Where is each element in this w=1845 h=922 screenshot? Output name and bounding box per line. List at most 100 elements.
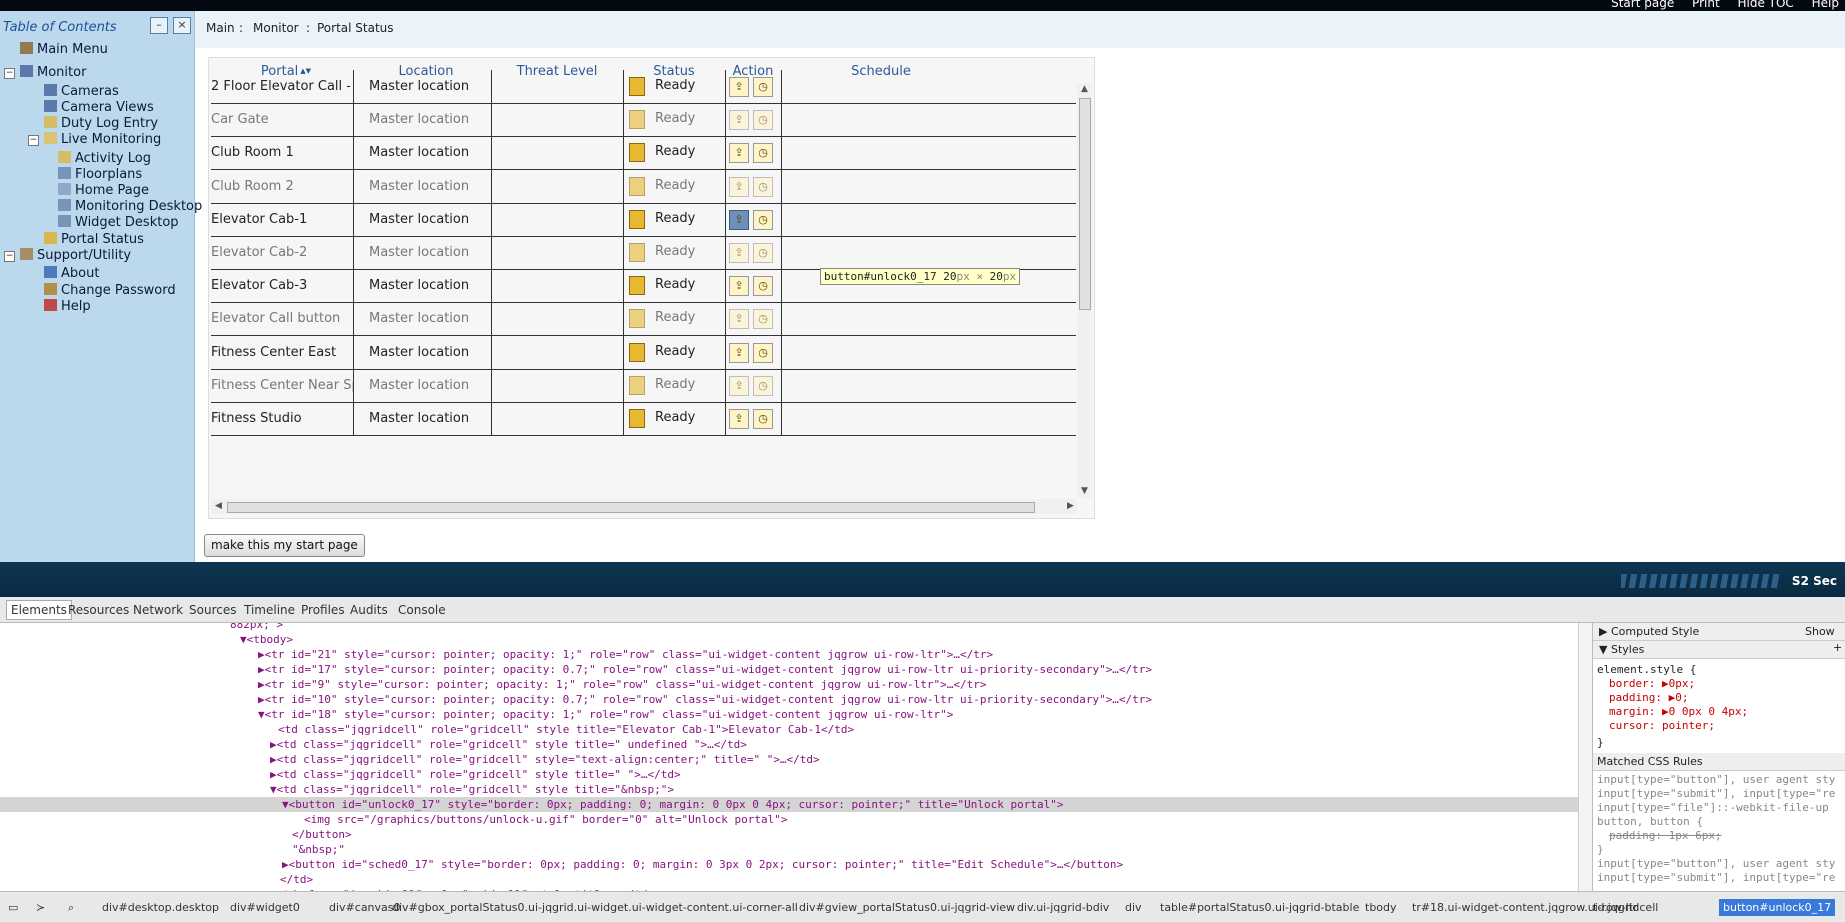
devtools-tab-timeline[interactable]: Timeline xyxy=(244,603,295,617)
toc-item-duty-log-entry[interactable]: Duty Log Entry xyxy=(44,116,158,131)
unlock-portal-button[interactable]: ⇪ xyxy=(729,243,749,263)
table-row[interactable]: Elevator Cab-2 Master location Ready ⇪ ◷ xyxy=(211,236,1076,270)
edit-schedule-button[interactable]: ◷ xyxy=(753,309,773,330)
style-property[interactable]: margin: ▶0 0px 0 4px; xyxy=(1609,705,1748,718)
dom-tree-line[interactable]: ▶<td class="jqgridcell" role="gridcell" … xyxy=(0,752,1578,767)
matched-rule-line[interactable]: } xyxy=(1597,843,1604,856)
unlock-portal-button[interactable]: ⇪ xyxy=(729,409,749,429)
start-page-link[interactable]: Start page xyxy=(1611,0,1674,10)
collapse-toggle-icon[interactable]: − xyxy=(4,251,15,262)
unlock-portal-button[interactable]: ⇪ xyxy=(729,110,749,131)
devtools-tab-audits[interactable]: Audits xyxy=(350,603,388,617)
dom-tree-line[interactable]: ▶<tr id="10" style="cursor: pointer; opa… xyxy=(0,692,1578,707)
dom-tree-line[interactable]: ▶<button id="sched0_17" style="border: 0… xyxy=(0,857,1578,872)
table-row[interactable]: Fitness Center Near Spa Master location Re… xyxy=(211,368,1076,403)
devtools-tab-profiles[interactable]: Profiles xyxy=(301,603,345,617)
collapse-toggle-icon[interactable]: − xyxy=(4,68,15,79)
toc-item-help[interactable]: Help xyxy=(44,299,91,314)
dom-tree-line[interactable]: ▶<td class="jqgridcell" role="gridcell" … xyxy=(0,767,1578,782)
toc-item-about[interactable]: About xyxy=(44,266,99,281)
edit-schedule-button[interactable]: ◷ xyxy=(753,110,773,131)
dom-breadcrumb-item[interactable]: div xyxy=(1125,901,1142,914)
devtools-tab-elements[interactable]: Elements xyxy=(6,600,72,620)
dom-breadcrumb-item[interactable]: div#canvas0 xyxy=(329,901,401,914)
dom-tree-line[interactable]: ▶<tr id="21" style="cursor: pointer; opa… xyxy=(0,647,1578,662)
toc-item-cameras[interactable]: Cameras xyxy=(44,84,119,99)
dock-icon[interactable]: ▭ xyxy=(8,901,18,914)
show-checkbox-label[interactable]: Show xyxy=(1805,625,1835,638)
unlock-portal-button[interactable]: ⇪ xyxy=(729,276,749,297)
devtools-tab-network[interactable]: Network xyxy=(133,603,183,617)
dom-tree-line[interactable]: ▼<tr id="18" style="cursor: pointer; opa… xyxy=(0,707,1578,722)
matched-rule-line[interactable]: button, button { xyxy=(1597,815,1703,828)
table-row[interactable]: Car Gate Master location Ready ⇪ ◷ xyxy=(211,103,1076,138)
dom-tree-line[interactable]: "&nbsp;" xyxy=(0,842,1578,857)
breadcrumb-main[interactable]: Main xyxy=(206,21,235,35)
unlock-portal-button[interactable]: ⇪ xyxy=(729,176,749,197)
toc-collapse-button[interactable]: – xyxy=(150,17,168,34)
add-rule-icon[interactable]: + xyxy=(1833,641,1842,654)
toc-item-floorplans[interactable]: Floorplans xyxy=(58,167,142,182)
edit-schedule-button[interactable]: ◷ xyxy=(753,375,773,396)
table-row[interactable]: Elevator Cab-1 Master location Ready ⇪ ◷ xyxy=(211,202,1076,237)
table-row[interactable]: 2 Floor Elevator Call - not useMaster lo… xyxy=(211,70,1076,104)
collapse-toggle-icon[interactable]: − xyxy=(28,135,39,146)
edit-schedule-button[interactable]: ◷ xyxy=(753,409,773,429)
devtools-tab-sources[interactable]: Sources xyxy=(189,603,236,617)
search-icon[interactable]: ⌕ xyxy=(68,901,74,915)
edit-schedule-button[interactable]: ◷ xyxy=(753,143,773,164)
dom-breadcrumb-item[interactable]: div#desktop.desktop xyxy=(102,901,219,914)
dom-breadcrumb-item[interactable]: div#widget0 xyxy=(230,901,300,914)
toc-item-live-monitoring[interactable]: Live Monitoring xyxy=(44,132,161,147)
help-link[interactable]: Help xyxy=(1812,0,1839,10)
unlock-portal-button[interactable]: ⇪ xyxy=(729,375,749,396)
table-row[interactable]: Fitness Studio Master location Ready ⇪ ◷ xyxy=(211,402,1076,436)
dom-tree-line[interactable]: <img src="/graphics/buttons/unlock-u.gif… xyxy=(0,812,1578,827)
console-icon[interactable]: ≻ xyxy=(36,901,45,914)
scroll-thumb[interactable] xyxy=(1079,98,1091,310)
matched-rule-line[interactable]: input[type="file"]::-webkit-file-up xyxy=(1597,801,1829,814)
unlock-portal-button[interactable]: ⇪ xyxy=(729,143,749,164)
unlock-portal-button[interactable]: ⇪ xyxy=(729,342,749,363)
dom-tree-line[interactable]: </td> xyxy=(0,872,1578,887)
edit-schedule-button[interactable]: ◷ xyxy=(753,342,773,363)
matched-rule-line[interactable]: input[type="button"], user agent sty xyxy=(1597,857,1835,870)
dom-tree-line[interactable]: ▼<td class="jqgridcell" role="gridcell" … xyxy=(0,782,1578,797)
toc-item-main-menu[interactable]: Main Menu xyxy=(20,42,108,57)
dom-breadcrumb-item[interactable]: table#portalStatus0.ui-jqgrid-btable xyxy=(1160,901,1359,914)
edit-schedule-button[interactable]: ◷ xyxy=(753,276,773,297)
unlock-portal-button[interactable]: ⇪ xyxy=(729,77,749,97)
matched-rule-line[interactable]: padding: 1px 6px; xyxy=(1609,829,1722,842)
styles-header[interactable]: ▼ Styles + xyxy=(1593,641,1845,659)
dom-tree-line[interactable]: ▼<button id="unlock0_17" style="border: … xyxy=(0,797,1578,812)
dom-tree-line[interactable]: ▶<td class="jqgridcell" role="gridcell" … xyxy=(0,737,1578,752)
dom-tree-line[interactable]: 882px;"> xyxy=(0,623,1578,632)
dom-tree-line[interactable]: ▶<tr id="17" style="cursor: pointer; opa… xyxy=(0,662,1578,677)
unlock-portal-button[interactable]: ⇪ xyxy=(729,209,749,230)
computed-style-header[interactable]: ▶ Computed Style Show xyxy=(1593,623,1845,641)
toc-item-home-page[interactable]: Home Page xyxy=(58,183,149,198)
table-row[interactable]: Fitness Center East Master location Ready ⇪… xyxy=(211,335,1076,370)
scroll-down-icon[interactable]: ▼ xyxy=(1081,486,1088,496)
toc-item-portal-status[interactable]: Portal Status xyxy=(44,232,144,247)
matched-rule-line[interactable]: input[type="submit"], input[type="re xyxy=(1597,871,1835,884)
scroll-left-icon[interactable]: ◀ xyxy=(215,501,222,511)
breadcrumb-monitor[interactable]: Monitor xyxy=(253,21,299,35)
scroll-thumb[interactable] xyxy=(227,502,1035,513)
toc-item-activity-log[interactable]: Activity Log xyxy=(58,151,151,166)
dom-breadcrumb-item[interactable]: div#gbox_portalStatus0.ui-jqgrid.ui-widg… xyxy=(392,901,798,914)
dom-breadcrumb-item[interactable]: tbody xyxy=(1365,901,1397,914)
grid-horizontal-scrollbar[interactable]: ◀ ▶ xyxy=(211,499,1077,514)
scroll-right-icon[interactable]: ▶ xyxy=(1067,501,1074,511)
toc-item-widget-desktop[interactable]: Widget Desktop xyxy=(58,215,179,230)
toc-item-camera-views[interactable]: Camera Views xyxy=(44,100,154,115)
table-row[interactable]: Club Room 1 Master location Ready ⇪ ◷ xyxy=(211,136,1076,171)
edit-schedule-button[interactable]: ◷ xyxy=(753,209,773,230)
print-link[interactable]: Print xyxy=(1692,0,1720,10)
dom-tree-line[interactable]: ▼<tbody> xyxy=(0,632,1578,647)
toc-close-button[interactable]: × xyxy=(173,17,191,34)
edit-schedule-button[interactable]: ◷ xyxy=(753,77,773,97)
style-property[interactable]: cursor: pointer; xyxy=(1609,719,1715,732)
scroll-up-icon[interactable]: ▲ xyxy=(1081,84,1088,94)
dom-breadcrumb-item[interactable]: td.jqgridcell xyxy=(1593,901,1658,914)
